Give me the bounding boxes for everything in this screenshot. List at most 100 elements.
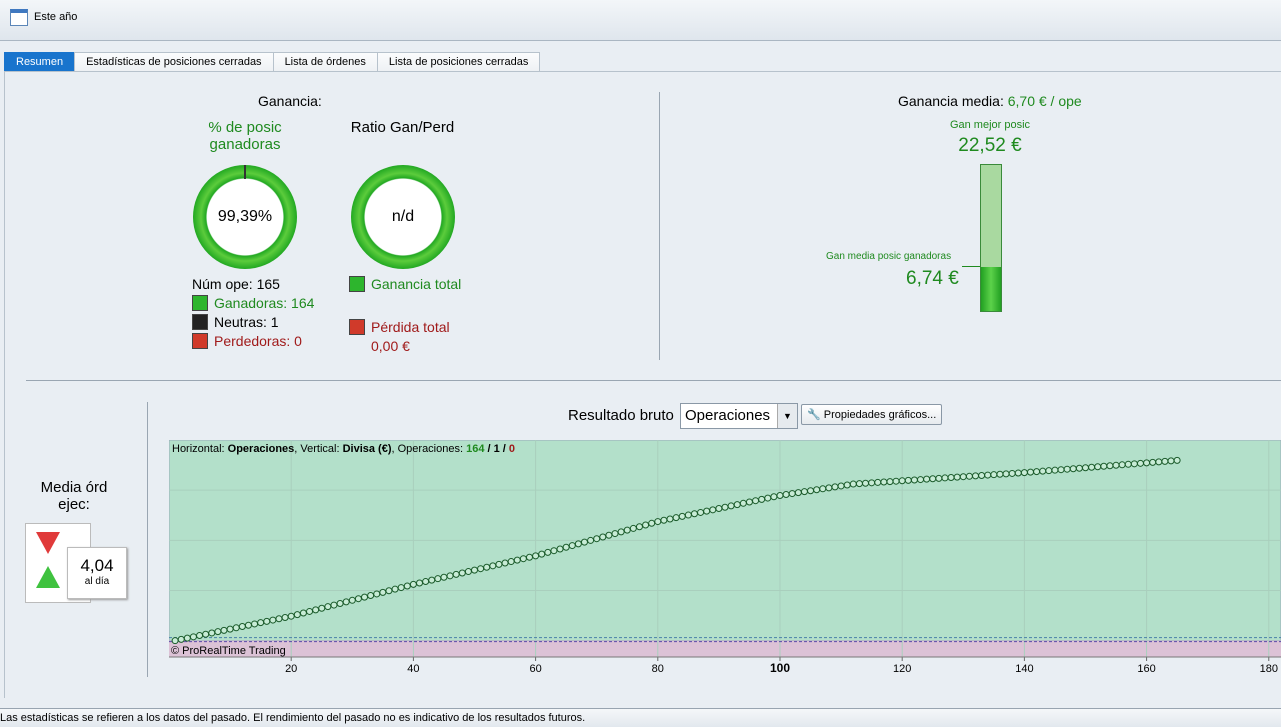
data-point — [605, 531, 613, 539]
data-point — [923, 475, 931, 483]
avg-gain: Ganancia media: 6,70 € / ope — [898, 93, 1082, 109]
data-point — [1161, 457, 1169, 465]
data-point — [1002, 470, 1010, 478]
data-point — [324, 603, 332, 611]
data-point — [202, 630, 210, 638]
data-point — [446, 572, 454, 580]
tab-lista-posiciones[interactable]: Lista de posiciones cerradas — [376, 52, 541, 71]
legend-winners: Ganadoras: 164 — [192, 295, 314, 311]
data-point — [868, 479, 876, 487]
data-point — [1112, 461, 1120, 469]
data-point — [813, 486, 821, 494]
data-point — [452, 570, 460, 578]
tab-resumen[interactable]: Resumen — [4, 52, 76, 71]
x-tick-label: 100 — [770, 661, 790, 675]
green-square-icon — [349, 276, 365, 292]
data-point — [654, 518, 662, 526]
best-value: 22,52 € — [958, 135, 1022, 156]
tab-estadisticas[interactable]: Estadísticas de posiciones cerradas — [74, 52, 274, 71]
data-point — [532, 552, 540, 560]
ratio-title: Ratio Gan/Perd — [350, 119, 455, 136]
data-point — [788, 490, 796, 498]
chart-properties-button[interactable]: 🔧 Propiedades gráficos... — [801, 404, 943, 425]
data-point — [1033, 468, 1041, 476]
data-point — [709, 506, 717, 514]
period-label: Este año — [34, 11, 78, 23]
data-point — [996, 470, 1004, 478]
data-point — [1020, 469, 1028, 477]
data-point — [1069, 465, 1077, 473]
data-point — [917, 476, 925, 484]
data-point — [208, 629, 216, 637]
data-point — [837, 482, 845, 490]
data-point — [525, 553, 533, 561]
data-point — [843, 481, 851, 489]
data-point — [697, 508, 705, 516]
data-point — [1026, 468, 1034, 476]
data-point — [434, 575, 442, 583]
data-point — [776, 491, 784, 499]
data-point — [635, 523, 643, 531]
data-point — [587, 536, 595, 544]
data-point — [1039, 467, 1047, 475]
data-point — [611, 530, 619, 538]
data-point — [959, 473, 967, 481]
data-point — [752, 497, 760, 505]
ratio-ring: n/d — [351, 165, 455, 269]
red-square-icon — [192, 333, 208, 349]
data-point — [1130, 460, 1138, 468]
data-point — [458, 569, 466, 577]
data-point — [892, 477, 900, 485]
tab-lista-ordenes[interactable]: Lista de órdenes — [272, 52, 378, 71]
data-point — [367, 592, 375, 600]
data-point — [391, 585, 399, 593]
x-tick-label: 120 — [893, 663, 911, 675]
data-point — [501, 559, 509, 567]
data-point — [238, 623, 246, 631]
data-point — [984, 471, 992, 479]
data-point — [293, 611, 301, 619]
data-point — [299, 609, 307, 617]
data-point — [257, 619, 265, 627]
data-point — [733, 501, 741, 509]
data-point — [361, 593, 369, 601]
divider — [26, 380, 1281, 381]
data-point — [965, 472, 973, 480]
tab-bar: Resumen Estadísticas de posiciones cerra… — [4, 52, 541, 71]
neutral-marker — [244, 165, 246, 179]
total-loss-value: 0,00 € — [371, 338, 410, 354]
orders-title: Media órd ejec: — [40, 479, 108, 513]
data-point — [807, 487, 815, 495]
data-point — [690, 510, 698, 518]
data-point — [483, 563, 491, 571]
data-point — [232, 624, 240, 632]
data-point — [281, 613, 289, 621]
result-chart: 20 40 60 80 100 120 140 160 180 — [169, 440, 1281, 675]
data-point — [849, 480, 857, 488]
data-point — [251, 620, 259, 628]
data-point — [1063, 465, 1071, 473]
red-square-icon — [349, 319, 365, 335]
data-point — [568, 542, 576, 550]
data-point — [495, 560, 503, 568]
data-point — [990, 471, 998, 479]
data-point — [580, 538, 588, 546]
data-point — [855, 480, 863, 488]
data-point — [489, 562, 497, 570]
avg-gain-value: 6,70 € / ope — [1007, 93, 1082, 109]
negative-area — [169, 640, 1281, 657]
data-point — [422, 578, 430, 586]
data-point — [929, 475, 937, 483]
data-point — [800, 488, 808, 496]
data-point — [678, 512, 686, 520]
data-point — [538, 550, 546, 558]
data-point — [862, 479, 870, 487]
green-square-icon — [192, 295, 208, 311]
data-point — [1094, 463, 1102, 471]
ratio-value: n/d — [391, 208, 415, 225]
chart-mode-select[interactable]: Operaciones ▼ — [680, 403, 798, 429]
data-point — [972, 472, 980, 480]
data-point — [648, 519, 656, 527]
wrench-icon: 🔧 — [807, 409, 821, 421]
data-point — [171, 637, 179, 645]
